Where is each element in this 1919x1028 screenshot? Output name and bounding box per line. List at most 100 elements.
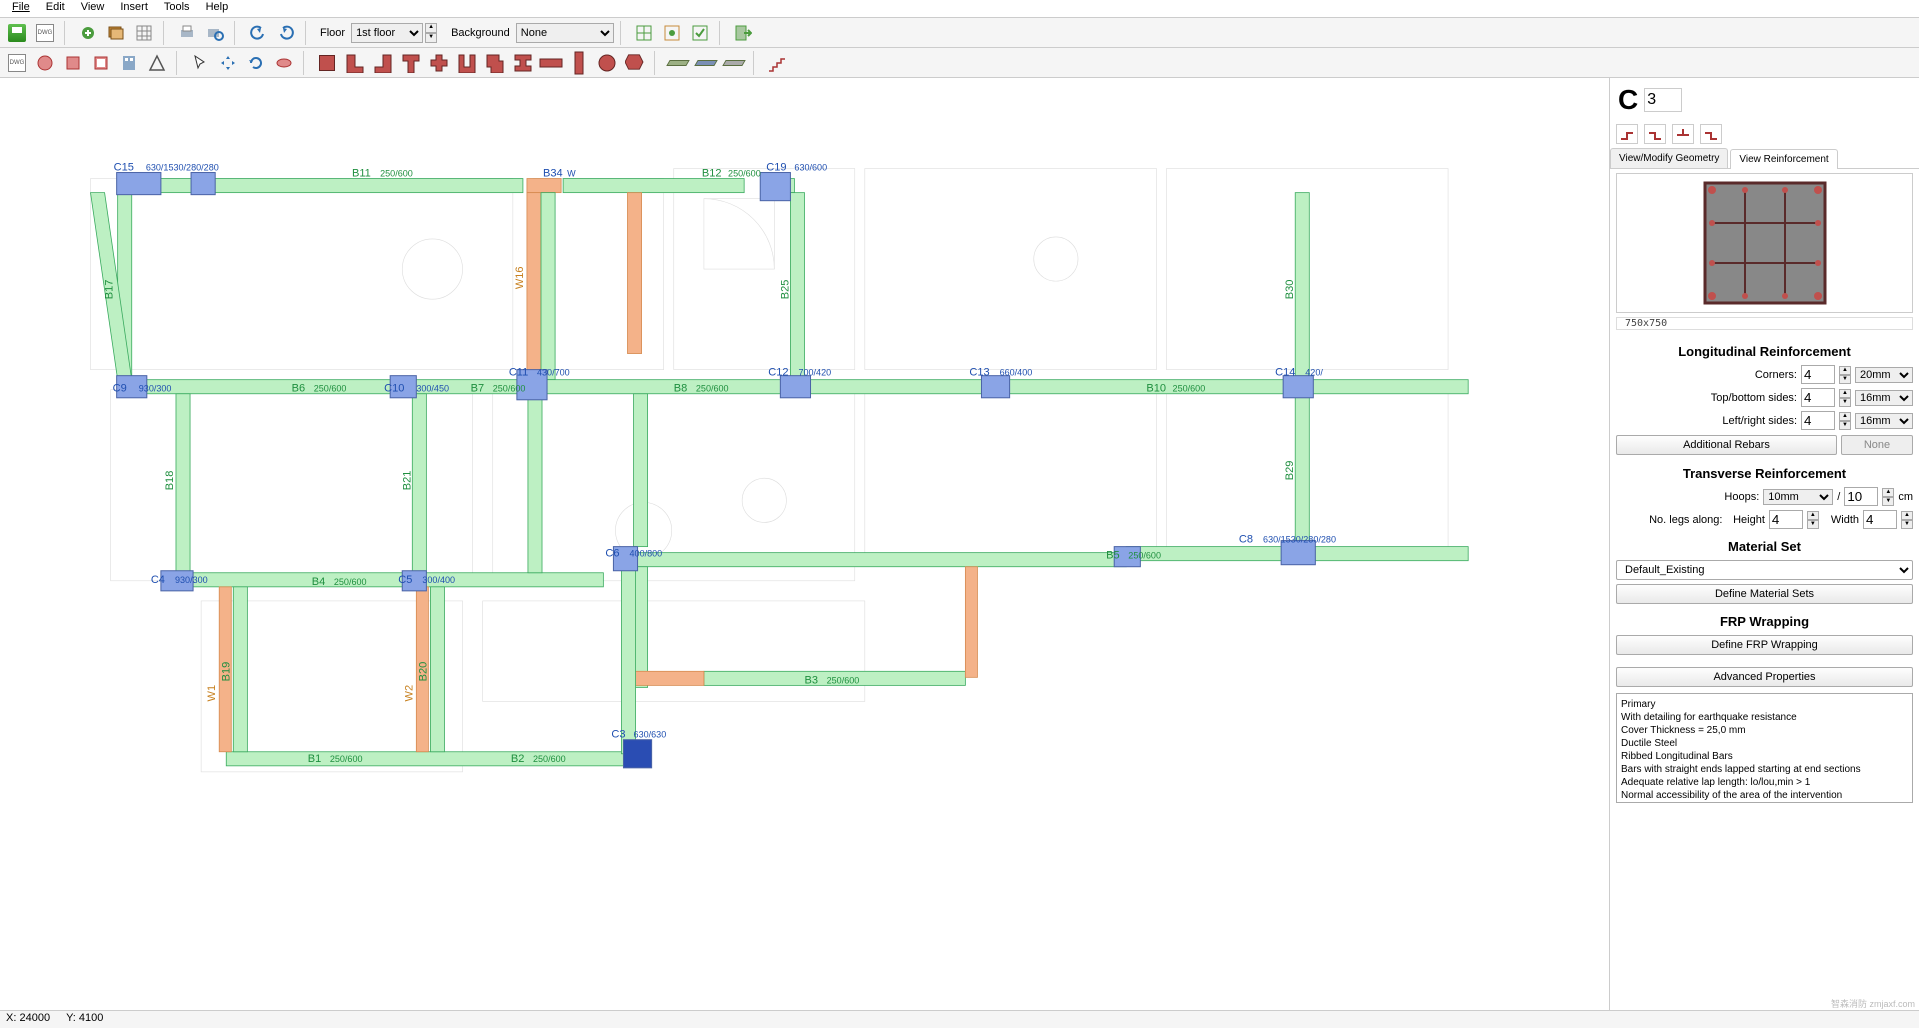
- svg-text:B1: B1: [308, 753, 322, 765]
- material-select[interactable]: Default_Existing: [1616, 560, 1913, 580]
- wall-v-button[interactable]: [566, 50, 592, 76]
- define-material-button[interactable]: Define Material Sets: [1616, 584, 1913, 604]
- menu-file[interactable]: File: [4, 0, 38, 17]
- layers-button[interactable]: [103, 20, 129, 46]
- svg-text:B10: B10: [1146, 383, 1166, 395]
- tab-geometry[interactable]: View/Modify Geometry: [1610, 148, 1728, 168]
- pointer-button[interactable]: [187, 50, 213, 76]
- stairs-button[interactable]: [764, 50, 790, 76]
- info-textbox: Primary With detailing for earthquake re…: [1616, 693, 1913, 803]
- none-button[interactable]: None: [1841, 435, 1913, 455]
- cad-import-4[interactable]: [88, 50, 114, 76]
- column-u-button[interactable]: [454, 50, 480, 76]
- lr-dia-select[interactable]: 16mm: [1855, 413, 1913, 429]
- menu-insert[interactable]: Insert: [112, 0, 156, 17]
- cad-import-1[interactable]: DWG: [4, 50, 30, 76]
- menu-tools[interactable]: Tools: [156, 0, 198, 17]
- legs-label: No. legs along:: [1649, 514, 1729, 526]
- slab-ribbed-button[interactable]: [693, 50, 719, 76]
- new-layer-button[interactable]: [75, 20, 101, 46]
- svg-text:C6: C6: [605, 548, 619, 560]
- svg-text:B17: B17: [104, 280, 116, 300]
- column-z-button[interactable]: [482, 50, 508, 76]
- menu-edit[interactable]: Edit: [38, 0, 73, 17]
- floor-down[interactable]: ▼: [425, 33, 437, 43]
- column-t-button[interactable]: [398, 50, 424, 76]
- print-button[interactable]: [174, 20, 200, 46]
- toolbar-main: DWG Floor 1st floor ▲▼ Background None: [0, 18, 1919, 48]
- floor-select[interactable]: 1st floor: [351, 23, 423, 43]
- column-poly-button[interactable]: [622, 50, 648, 76]
- column-i-button[interactable]: [510, 50, 536, 76]
- rotate-button[interactable]: [243, 50, 269, 76]
- move-button[interactable]: [215, 50, 241, 76]
- svg-text:930/300: 930/300: [175, 575, 208, 585]
- svg-text:930/300: 930/300: [139, 384, 172, 394]
- column-cross-button[interactable]: [426, 50, 452, 76]
- svg-text:300/400: 300/400: [422, 575, 455, 585]
- svg-text:B4: B4: [312, 576, 326, 588]
- svg-text:B3: B3: [804, 674, 818, 686]
- legs-w-input[interactable]: [1863, 510, 1897, 529]
- slab-waffle-button[interactable]: [721, 50, 747, 76]
- redo-button[interactable]: [273, 20, 299, 46]
- drawing-canvas[interactable]: C15 630/1530/280/280 B11 250/600 B34 W B…: [0, 78, 1609, 1010]
- print-preview-button[interactable]: [202, 20, 228, 46]
- column-rect-button[interactable]: [314, 50, 340, 76]
- hoops-spacing-input[interactable]: [1844, 487, 1878, 506]
- tab-reinforcement[interactable]: View Reinforcement: [1730, 149, 1837, 169]
- save-button[interactable]: [4, 20, 30, 46]
- column-circle-button[interactable]: [594, 50, 620, 76]
- snap-grid-button[interactable]: [631, 20, 657, 46]
- svg-text:B6: B6: [292, 383, 306, 395]
- lr-input[interactable]: [1801, 411, 1835, 430]
- svg-text:C15: C15: [114, 162, 134, 174]
- hoops-dia-select[interactable]: 10mm: [1763, 489, 1833, 505]
- svg-text:B7: B7: [471, 383, 485, 395]
- corners-dia-select[interactable]: 20mm: [1855, 367, 1913, 383]
- svg-text:C8: C8: [1239, 534, 1253, 546]
- wall-h-button[interactable]: [538, 50, 564, 76]
- cad-import-2[interactable]: [32, 50, 58, 76]
- additional-rebars-button[interactable]: Additional Rebars: [1616, 435, 1837, 455]
- dwg-button[interactable]: DWG: [32, 20, 58, 46]
- svg-text:630/630: 630/630: [634, 730, 667, 740]
- undo-button[interactable]: [245, 20, 271, 46]
- menu-view[interactable]: View: [73, 0, 113, 17]
- svg-text:B19: B19: [220, 662, 232, 682]
- section-orient-2[interactable]: [1644, 124, 1666, 144]
- menu-help[interactable]: Help: [198, 0, 237, 17]
- section-orient-1[interactable]: [1616, 124, 1638, 144]
- column-l1-button[interactable]: [342, 50, 368, 76]
- svg-text:B30: B30: [1284, 280, 1296, 300]
- advanced-properties-button[interactable]: Advanced Properties: [1616, 667, 1913, 687]
- grid-button[interactable]: [131, 20, 157, 46]
- background-select[interactable]: None: [516, 23, 614, 43]
- status-bar: X: 24000 Y: 4100: [0, 1010, 1919, 1028]
- section-orient-3[interactable]: [1672, 124, 1694, 144]
- snap-object-button[interactable]: [659, 20, 685, 46]
- exit-button[interactable]: [730, 20, 756, 46]
- check-button[interactable]: [687, 20, 713, 46]
- tb-dia-select[interactable]: 16mm: [1855, 390, 1913, 406]
- legs-h-input[interactable]: [1769, 510, 1803, 529]
- slab-button[interactable]: [665, 50, 691, 76]
- svg-text:300/450: 300/450: [416, 384, 449, 394]
- section-button[interactable]: [144, 50, 170, 76]
- svg-text:B2: B2: [511, 753, 525, 765]
- section-orient-4[interactable]: [1700, 124, 1722, 144]
- corners-input[interactable]: [1801, 365, 1835, 384]
- properties-panel: C View/Modify Geometry View Reinforcemen…: [1609, 78, 1919, 1010]
- building-button[interactable]: [116, 50, 142, 76]
- svg-text:W2: W2: [403, 685, 415, 702]
- column-l2-button[interactable]: [370, 50, 396, 76]
- element-number-input[interactable]: [1644, 88, 1682, 112]
- cad-import-3[interactable]: [60, 50, 86, 76]
- define-frp-button[interactable]: Define FRP Wrapping: [1616, 635, 1913, 655]
- floor-up[interactable]: ▲: [425, 23, 437, 33]
- mirror-button[interactable]: [271, 50, 297, 76]
- tb-input[interactable]: [1801, 388, 1835, 407]
- svg-text:B8: B8: [674, 383, 688, 395]
- svg-text:W: W: [567, 169, 576, 179]
- svg-text:C12: C12: [768, 367, 788, 379]
